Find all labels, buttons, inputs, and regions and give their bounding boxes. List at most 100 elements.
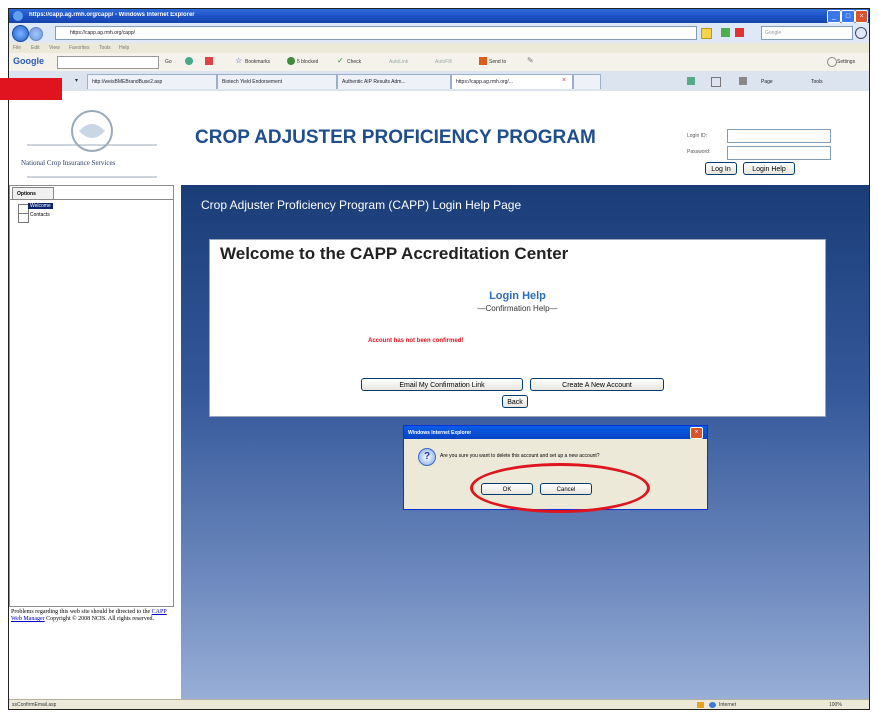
- sidebar-item-contacts[interactable]: Contacts: [30, 212, 50, 218]
- sendto-button[interactable]: Send to: [489, 59, 506, 65]
- options-panel: Options Welcome Contacts: [9, 185, 174, 607]
- site-header: National Crop Insurance Services CROP AD…: [9, 91, 869, 185]
- login-help-button[interactable]: Login Help: [743, 162, 795, 175]
- main-area: Crop Adjuster Proficiency Program (CAPP)…: [181, 185, 869, 705]
- menu-favorites[interactable]: Favorites: [69, 45, 90, 51]
- menu-help[interactable]: Help: [119, 45, 129, 51]
- ncis-logo: National Crop Insurance Services: [17, 99, 167, 181]
- dialog-title-bar: Windows Internet Explorer ×: [404, 426, 707, 439]
- page-content: National Crop Insurance Services CROP AD…: [9, 91, 869, 705]
- settings-gear-icon: [827, 57, 837, 67]
- ncis-seal-icon: [27, 110, 157, 178]
- address-bar-row: https://capp.ag.rmh.org/capp/ Google: [9, 23, 869, 44]
- options-tab[interactable]: Options: [12, 187, 54, 199]
- tab-weis[interactable]: http://weisBMEBrandBuse2.asp: [87, 74, 217, 89]
- home-icon[interactable]: [687, 77, 695, 85]
- lock-icon: [701, 28, 712, 39]
- zone-text: Internet: [719, 702, 736, 708]
- star-icon[interactable]: ☆: [235, 56, 242, 65]
- ie-logo-icon: [13, 11, 23, 21]
- page-menu[interactable]: Page: [761, 79, 773, 85]
- tab-label: https://capp.ag.rmh.org/...: [456, 79, 513, 85]
- welcome-card: Welcome to the CAPP Accreditation Center…: [209, 239, 826, 417]
- maximize-button[interactable]: □: [841, 10, 855, 23]
- blocked-count[interactable]: 5 blocked: [297, 59, 318, 65]
- new-tab-button[interactable]: [573, 74, 601, 89]
- tab-label: http://weisBMEBrandBuse2.asp: [92, 79, 163, 85]
- options-tab-label: Options: [17, 191, 36, 197]
- dialog-close-button[interactable]: ×: [690, 427, 703, 439]
- zoom-level[interactable]: 100%: [829, 702, 842, 708]
- search-icon[interactable]: [855, 27, 867, 39]
- settings-button[interactable]: Settings: [837, 59, 855, 65]
- window-title-bar: https://capp.ag.rmh.org/capp/ - Windows …: [9, 9, 869, 23]
- page-heading: Crop Adjuster Proficiency Program (CAPP)…: [201, 198, 522, 212]
- sidebar-item-label: Welcome: [30, 203, 51, 209]
- autolink-button[interactable]: AutoLink: [389, 59, 408, 65]
- autofill-button[interactable]: AutoFill: [435, 59, 452, 65]
- email-confirmation-button[interactable]: Email My Confirmation Link: [361, 378, 523, 391]
- address-actions: [701, 27, 751, 39]
- stop-icon[interactable]: [735, 28, 744, 37]
- tab-bar: ▾ http://weisBMEBrandBuse2.asp Biotech Y…: [9, 71, 869, 92]
- logo-text: National Crop Insurance Services: [21, 159, 116, 167]
- forward-arrow-icon[interactable]: [29, 27, 43, 41]
- login-button[interactable]: Log In: [705, 162, 737, 175]
- pencil-icon[interactable]: ✎: [527, 56, 534, 65]
- feeds-icon[interactable]: [711, 77, 721, 87]
- password-input[interactable]: [727, 146, 831, 160]
- bookmarks-button[interactable]: Bookmarks: [245, 59, 270, 65]
- copyright-text: Copyright © 2008 NCIS. All rights reserv…: [46, 616, 155, 622]
- password-label: Password:: [687, 149, 711, 155]
- close-window-button[interactable]: ×: [855, 10, 868, 23]
- menu-edit[interactable]: Edit: [31, 45, 40, 51]
- back-arrow-icon[interactable]: [12, 25, 29, 42]
- dialog-title: Windows Internet Explorer: [408, 430, 472, 436]
- google-go-button[interactable]: Go: [165, 59, 172, 65]
- search-input[interactable]: Google: [761, 26, 853, 40]
- search-placeholder: Google: [765, 30, 782, 36]
- sidebar-item-label: Contacts: [30, 212, 50, 218]
- tab-biotech[interactable]: Biotech Yield Endorsement: [217, 74, 337, 89]
- login-help-subtitle: —Confirmation Help—: [477, 304, 558, 313]
- tab-label: Authentic AIP Results Adm...: [342, 79, 406, 85]
- tab-capp-active[interactable]: https://capp.ag.rmh.org/... ×: [451, 74, 573, 89]
- close-tab-icon[interactable]: ×: [562, 77, 566, 84]
- globe-icon: [709, 702, 716, 708]
- menu-tools[interactable]: Tools: [99, 45, 111, 51]
- dialog-message: Are you sure you want to delete this acc…: [440, 453, 600, 459]
- refresh-icon[interactable]: [721, 28, 730, 37]
- popup-blocker-icon: [287, 57, 295, 65]
- create-account-button[interactable]: Create A New Account: [530, 378, 664, 391]
- question-icon: ?: [418, 448, 436, 466]
- minimize-button[interactable]: _: [827, 10, 841, 23]
- check-icon: ✓: [337, 56, 344, 65]
- status-bar: ssConfirmEmail.asp Internet 100%: [9, 699, 869, 709]
- login-id-input[interactable]: [727, 129, 831, 143]
- sidebar-item-welcome[interactable]: Welcome: [28, 203, 53, 209]
- login-id-label: Login ID:: [687, 133, 708, 139]
- menu-bar: File Edit View Favorites Tools Help: [9, 43, 869, 53]
- print-icon[interactable]: [739, 77, 747, 85]
- tab-aip[interactable]: Authentic AIP Results Adm...: [337, 74, 451, 89]
- tab-list-icon[interactable]: ▾: [75, 77, 78, 84]
- google-toolbar: Google Go ☆ Bookmarks 5 blocked ✓ Check …: [9, 53, 869, 72]
- browser-window: https://capp.ag.rmh.org/capp/ - Windows …: [8, 8, 870, 710]
- page-icon[interactable]: [205, 57, 213, 65]
- sendto-icon: [479, 57, 487, 65]
- back-button[interactable]: Back: [502, 395, 528, 408]
- menu-view[interactable]: View: [49, 45, 60, 51]
- window-title: https://capp.ag.rmh.org/capp/ - Windows …: [29, 12, 195, 18]
- tab-label: Biotech Yield Endorsement: [222, 79, 283, 85]
- tab-divider: [10, 199, 173, 200]
- error-message: Account has not been confirmed!: [368, 338, 464, 344]
- address-text: https://capp.ag.rmh.org/capp/: [70, 30, 136, 36]
- left-sidebar: Options Welcome Contacts Problems regard…: [9, 185, 174, 696]
- address-input[interactable]: https://capp.ag.rmh.org/capp/: [55, 26, 697, 40]
- check-button[interactable]: Check: [347, 59, 361, 65]
- tools-menu[interactable]: Tools: [811, 79, 823, 85]
- sidebar-footer: Problems regarding this web site should …: [11, 609, 171, 623]
- google-search-input[interactable]: [57, 56, 159, 69]
- footer-text: Problems regarding this web site should …: [11, 609, 151, 615]
- menu-file[interactable]: File: [13, 45, 21, 51]
